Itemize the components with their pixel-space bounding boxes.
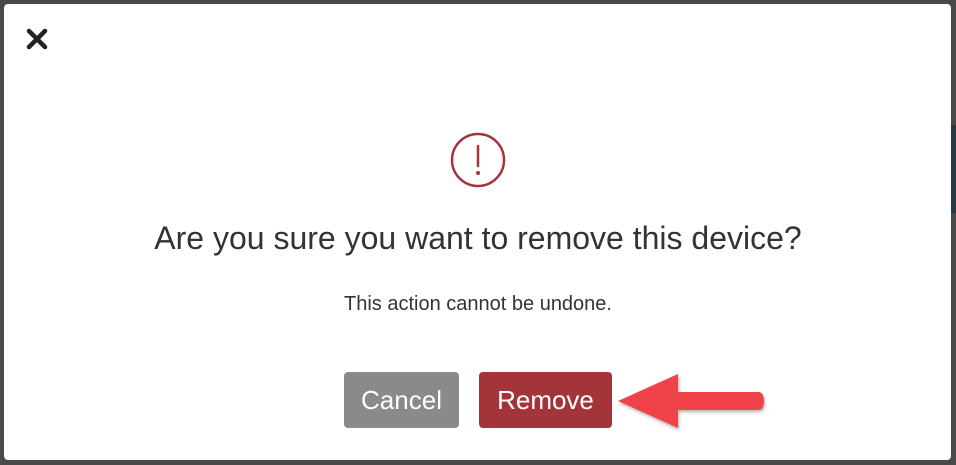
exclamation-circle-icon bbox=[450, 132, 506, 188]
arrow-left-icon bbox=[618, 374, 764, 428]
dialog-title: Are you sure you want to remove this dev… bbox=[154, 220, 802, 256]
dialog-message: This action cannot be undone. bbox=[344, 293, 612, 315]
close-button[interactable] bbox=[22, 24, 52, 54]
background-edge bbox=[951, 125, 956, 213]
cancel-button[interactable]: Cancel bbox=[344, 372, 459, 428]
remove-button[interactable]: Remove bbox=[479, 372, 612, 428]
close-icon bbox=[26, 28, 48, 50]
